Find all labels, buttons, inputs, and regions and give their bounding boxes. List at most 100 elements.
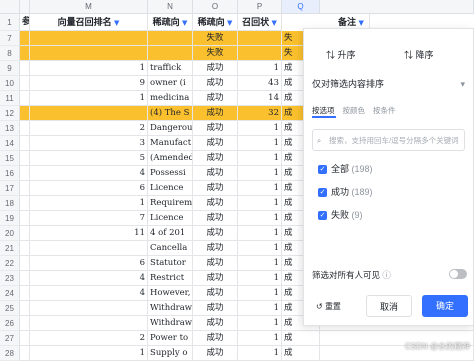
- table-cell[interactable]: 成功: [193, 196, 238, 211]
- table-cell[interactable]: 成功: [193, 166, 238, 181]
- table-cell[interactable]: 1: [238, 196, 282, 211]
- table-cell[interactable]: [148, 31, 193, 46]
- table-cell[interactable]: 1: [238, 301, 282, 316]
- table-cell[interactable]: Power to: [148, 331, 193, 346]
- table-cell[interactable]: [20, 151, 30, 166]
- row-number[interactable]: 17: [0, 181, 20, 196]
- table-cell[interactable]: [30, 241, 148, 256]
- table-cell[interactable]: 成功: [193, 106, 238, 121]
- table-cell[interactable]: 1: [238, 316, 282, 331]
- table-cell[interactable]: 成功: [193, 151, 238, 166]
- row-number[interactable]: 18: [0, 196, 20, 211]
- table-cell[interactable]: 成功: [193, 271, 238, 286]
- table-cell[interactable]: [20, 211, 30, 226]
- row-number[interactable]: 11: [0, 91, 20, 106]
- row-number[interactable]: 26: [0, 316, 20, 331]
- table-cell[interactable]: [20, 226, 30, 241]
- table-cell[interactable]: traffick: [148, 61, 193, 76]
- table-cell[interactable]: 失败: [193, 31, 238, 46]
- table-cell[interactable]: 成功: [193, 331, 238, 346]
- table-cell[interactable]: Statutor: [148, 256, 193, 271]
- table-cell[interactable]: 1: [238, 226, 282, 241]
- sort-ascending-button[interactable]: ⇅ 升序: [326, 45, 356, 65]
- header-cell[interactable]: 向量召回排名 ▼: [30, 14, 148, 31]
- table-cell[interactable]: [20, 166, 30, 181]
- table-cell[interactable]: 4: [30, 271, 148, 286]
- cancel-button[interactable]: 取消: [366, 295, 412, 317]
- table-cell[interactable]: 4 of 201: [148, 226, 193, 241]
- table-cell[interactable]: [20, 241, 30, 256]
- table-cell[interactable]: [20, 76, 30, 91]
- row-number[interactable]: 1: [0, 14, 20, 31]
- table-cell[interactable]: [30, 316, 148, 331]
- filter-icon[interactable]: ▼: [180, 18, 187, 27]
- table-cell[interactable]: 1: [30, 61, 148, 76]
- row-number[interactable]: 8: [0, 46, 20, 61]
- filter-icon[interactable]: ▼: [112, 18, 119, 27]
- column-header-O[interactable]: O: [193, 0, 238, 14]
- table-cell[interactable]: 1: [238, 181, 282, 196]
- table-cell[interactable]: Dangerou: [148, 121, 193, 136]
- sort-descending-button[interactable]: ⇅ 降序: [404, 45, 434, 65]
- table-cell[interactable]: 43: [238, 76, 282, 91]
- table-cell[interactable]: However,: [148, 286, 193, 301]
- table-cell[interactable]: Possessi: [148, 166, 193, 181]
- table-cell[interactable]: [20, 121, 30, 136]
- table-cell[interactable]: [30, 46, 148, 61]
- table-cell[interactable]: [20, 91, 30, 106]
- row-number[interactable]: 20: [0, 226, 20, 241]
- header-cell[interactable]: 召回状 ▼: [238, 14, 282, 31]
- table-cell[interactable]: 成功: [193, 91, 238, 106]
- table-cell[interactable]: 成功: [193, 136, 238, 151]
- table-cell[interactable]: owner (i: [148, 76, 193, 91]
- table-cell[interactable]: 1: [238, 121, 282, 136]
- filter-search-input[interactable]: ⌕ 搜索，支持用回车/逗号分隔多个关键词: [312, 129, 465, 151]
- table-cell[interactable]: 3: [30, 136, 148, 151]
- table-cell[interactable]: (Amended: [148, 151, 193, 166]
- filter-icon[interactable]: ▼: [269, 18, 277, 27]
- table-cell[interactable]: Requirem: [148, 196, 193, 211]
- table-cell[interactable]: [20, 181, 30, 196]
- table-cell[interactable]: 1: [238, 331, 282, 346]
- table-cell[interactable]: Withdraw: [148, 316, 193, 331]
- row-number[interactable]: 23: [0, 271, 20, 286]
- table-cell[interactable]: 成功: [193, 181, 238, 196]
- column-header-Q[interactable]: Q: [282, 0, 320, 14]
- column-header-N[interactable]: N: [148, 0, 193, 14]
- table-cell[interactable]: Withdraw: [148, 301, 193, 316]
- table-cell[interactable]: [20, 31, 30, 46]
- table-cell[interactable]: [238, 46, 282, 61]
- table-cell[interactable]: [30, 106, 148, 121]
- tab-by-condition[interactable]: 按条件: [373, 106, 396, 115]
- select-all-corner[interactable]: [0, 0, 20, 14]
- confirm-button[interactable]: 确定: [422, 295, 468, 317]
- table-cell[interactable]: 1: [238, 256, 282, 271]
- table-cell[interactable]: [20, 331, 30, 346]
- row-number[interactable]: 10: [0, 76, 20, 91]
- option-all-checkbox[interactable]: ✓ 全部 (198): [318, 163, 373, 175]
- table-cell[interactable]: [20, 256, 30, 271]
- table-cell[interactable]: Licence: [148, 211, 193, 226]
- table-cell[interactable]: 1: [30, 196, 148, 211]
- table-cell[interactable]: 成功: [193, 76, 238, 91]
- table-cell[interactable]: 14: [238, 91, 282, 106]
- table-cell[interactable]: 1: [238, 271, 282, 286]
- table-cell[interactable]: 成功: [193, 256, 238, 271]
- table-cell[interactable]: [20, 106, 30, 121]
- table-cell[interactable]: 成功: [193, 241, 238, 256]
- row-number[interactable]: 22: [0, 256, 20, 271]
- table-cell[interactable]: 1: [238, 136, 282, 151]
- table-cell[interactable]: 4: [30, 286, 148, 301]
- row-number[interactable]: 15: [0, 151, 20, 166]
- tab-by-color[interactable]: 按颜色: [343, 106, 366, 115]
- table-cell[interactable]: [20, 196, 30, 211]
- row-number[interactable]: 12: [0, 106, 20, 121]
- filter-icon[interactable]: ▼: [225, 18, 232, 27]
- table-cell[interactable]: 1: [238, 166, 282, 181]
- visible-to-all-toggle[interactable]: [449, 269, 467, 279]
- table-cell[interactable]: [238, 31, 282, 46]
- table-cell[interactable]: 1: [238, 241, 282, 256]
- table-cell[interactable]: 9: [30, 76, 148, 91]
- table-cell[interactable]: 5: [30, 151, 148, 166]
- table-cell[interactable]: [20, 316, 30, 331]
